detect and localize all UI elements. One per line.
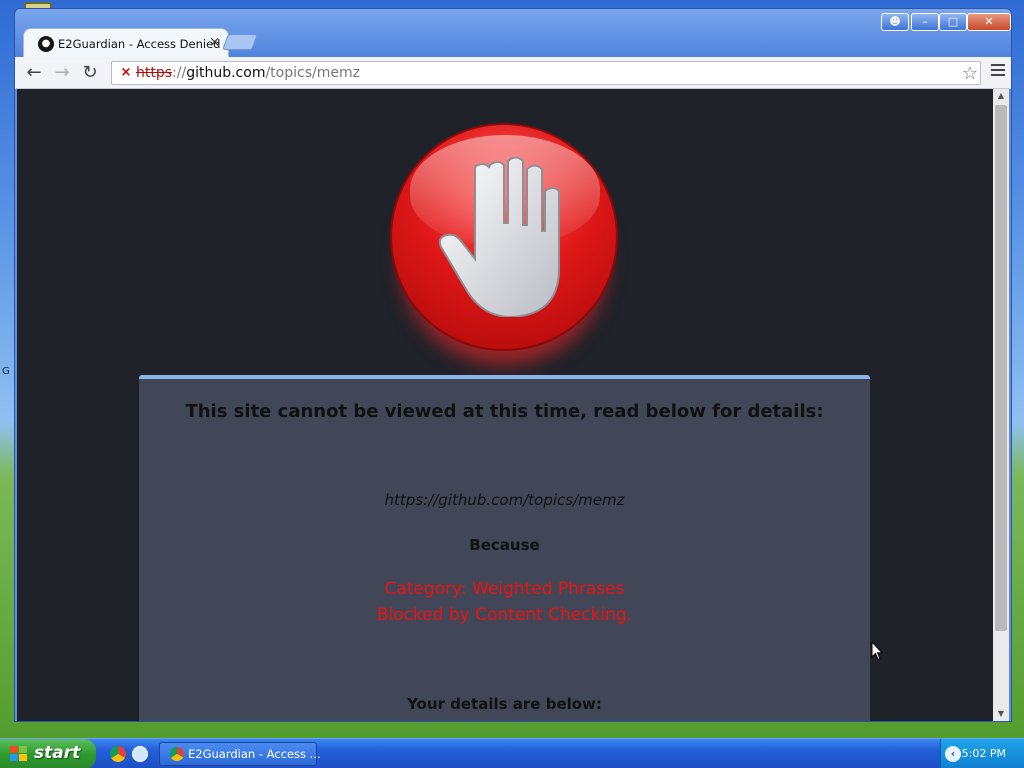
menu-icon[interactable] xyxy=(991,64,1005,78)
tab-title: E2Guardian - Access Denied xyxy=(58,37,221,51)
scroll-up-arrow-icon[interactable]: ▲ xyxy=(993,89,1009,103)
new-tab-button[interactable] xyxy=(222,34,258,50)
profile-button[interactable]: ☻ xyxy=(881,13,909,31)
scroll-down-arrow-icon[interactable]: ▼ xyxy=(993,707,1009,721)
url-text[interactable]: https://github.com/topics/memz xyxy=(136,65,360,81)
maximize-button[interactable]: □ xyxy=(939,13,967,31)
blocked-url: https://github.com/topics/memz xyxy=(384,491,625,509)
forward-arrow-icon[interactable]: → xyxy=(51,62,73,84)
denied-panel: This site cannot be viewed at this time,… xyxy=(139,375,870,721)
vertical-scrollbar[interactable]: ▲ ▼ xyxy=(993,89,1009,721)
reload-icon[interactable]: ↻ xyxy=(79,62,101,84)
stop-sign xyxy=(390,123,618,351)
system-tray: ‹ 5:02 PM xyxy=(940,739,1024,768)
url-separator: :// xyxy=(172,65,187,81)
title-bar: ☻ – □ ✕ ● E2Guardian - Access Denied × xyxy=(15,9,1011,58)
tab-access-denied[interactable]: ● E2Guardian - Access Denied × xyxy=(23,28,229,58)
tray-expand-icon[interactable]: ‹ xyxy=(945,746,961,762)
page-title: This site cannot be viewed at this time,… xyxy=(185,401,824,422)
close-window-button[interactable]: ✕ xyxy=(967,13,1011,31)
scroll-thumb[interactable] xyxy=(995,105,1007,631)
reason-detail: Blocked by Content Checking. xyxy=(376,605,633,625)
github-favicon-icon: ● xyxy=(38,36,54,52)
taskbar-item-browser[interactable]: E2Guardian - Access ... xyxy=(159,742,321,766)
url-scheme: https xyxy=(136,65,173,81)
chrome-icon[interactable] xyxy=(110,746,126,762)
tab-close-icon[interactable]: × xyxy=(209,35,220,50)
ie-quicklaunch-icon[interactable] xyxy=(132,746,148,762)
browser-window: ☻ – □ ✕ ● E2Guardian - Access Denied × ←… xyxy=(14,8,1012,722)
clock[interactable]: 5:02 PM xyxy=(962,747,1006,760)
url-host: github.com xyxy=(186,65,266,81)
taskbar: start E2Guardian - Access ... ‹ 5:02 PM xyxy=(0,738,1024,768)
page-content: This site cannot be viewed at this time,… xyxy=(17,89,993,721)
mouse-cursor-icon xyxy=(871,641,883,661)
stop-hand-icon xyxy=(438,157,560,317)
bookmark-star-icon[interactable]: ☆ xyxy=(962,63,978,84)
taskbar-item-label: E2Guardian - Access ... xyxy=(188,747,321,761)
desktop-edge-glyph: G xyxy=(2,366,10,377)
start-button[interactable]: start xyxy=(0,739,96,768)
chrome-task-icon xyxy=(170,747,184,761)
address-bar[interactable]: × https://github.com/topics/memz ☆ xyxy=(111,61,981,85)
windows-logo-icon xyxy=(10,746,28,762)
minimize-button[interactable]: – xyxy=(911,13,939,31)
browser-toolbar: ← → ↻ × https://github.com/topics/memz ☆ xyxy=(15,57,1011,89)
because-label: Because xyxy=(469,536,540,554)
start-label: start xyxy=(34,743,81,763)
insecure-lock-icon[interactable]: × xyxy=(118,65,134,81)
details-heading: Your details are below: xyxy=(407,695,602,713)
url-path: /topics/memz xyxy=(265,65,360,81)
back-arrow-icon[interactable]: ← xyxy=(23,62,45,84)
reason-category: Category: Weighted Phrases xyxy=(384,579,625,599)
